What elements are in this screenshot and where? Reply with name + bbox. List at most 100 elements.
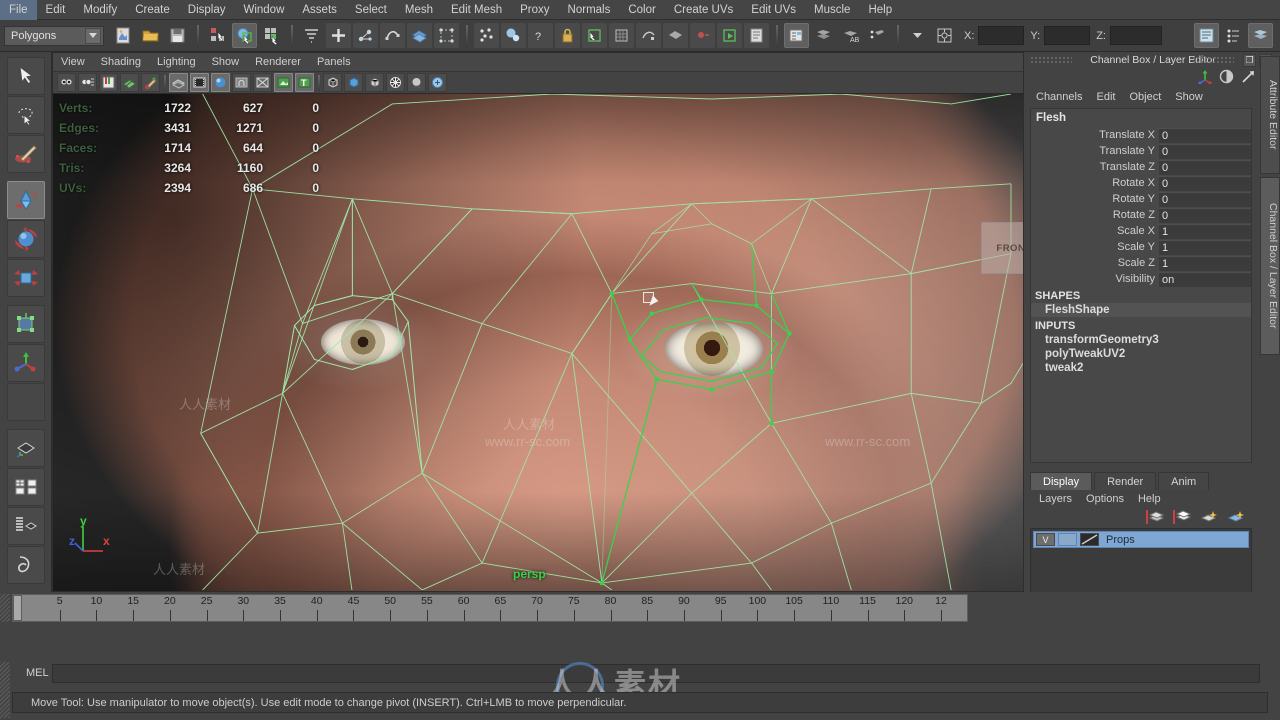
select-by-component-icon[interactable] xyxy=(259,23,284,48)
channel-attribute-row[interactable]: Translate Y 0 xyxy=(1031,143,1251,159)
layer-display-type-toggle[interactable] xyxy=(1080,533,1099,546)
channel-attribute-row[interactable]: Rotate Y 0 xyxy=(1031,191,1251,207)
layer-menu-help[interactable]: Help xyxy=(1131,490,1168,508)
show-attribute-editor-icon[interactable] xyxy=(1194,23,1219,48)
attribute-value[interactable]: 1 xyxy=(1159,255,1251,271)
channel-attribute-row[interactable]: Translate X 0 xyxy=(1031,127,1251,143)
lights-toggle-icon[interactable] xyxy=(690,23,715,48)
xray-icon[interactable] xyxy=(253,73,272,92)
new-layer-icon[interactable] xyxy=(1145,509,1165,528)
grid-toggle-icon[interactable] xyxy=(169,73,188,92)
tab-attribute-editor[interactable]: Attribute Editor xyxy=(1260,56,1280,174)
render-current-frame-icon[interactable] xyxy=(501,23,526,48)
image-plane-icon[interactable] xyxy=(120,73,139,92)
layer-tab-render[interactable]: Render xyxy=(1094,472,1157,490)
attribute-value[interactable]: 0 xyxy=(1159,159,1251,175)
new-layer-from-selected-icon[interactable] xyxy=(1172,509,1192,528)
attribute-value[interactable]: 0 xyxy=(1159,127,1251,143)
snap-point-icon[interactable] xyxy=(380,23,405,48)
channel-attribute-row[interactable]: Rotate X 0 xyxy=(1031,175,1251,191)
wireframe-icon[interactable] xyxy=(323,73,342,92)
lights-icon[interactable] xyxy=(386,73,405,92)
lock-icon[interactable] xyxy=(555,23,580,48)
input-item[interactable]: tweak2 xyxy=(1031,361,1251,375)
node-editor-icon[interactable]: AB xyxy=(838,23,863,48)
menu-item-edit-uvs[interactable]: Edit UVs xyxy=(742,0,805,20)
shadows-icon[interactable] xyxy=(407,73,426,92)
menu-item-proxy[interactable]: Proxy xyxy=(511,0,558,20)
menu-item-window[interactable]: Window xyxy=(234,0,293,20)
menu-item-mesh[interactable]: Mesh xyxy=(396,0,442,20)
bookmark-icon[interactable] xyxy=(99,73,118,92)
channel-box-menu-edit[interactable]: Edit xyxy=(1089,88,1122,107)
menu-item-display[interactable]: Display xyxy=(179,0,235,20)
soft-modification-tool[interactable] xyxy=(7,344,45,382)
layer-visibility-toggle[interactable]: V xyxy=(1036,533,1055,546)
new-scene-icon[interactable] xyxy=(111,23,136,48)
chevron-down-icon[interactable] xyxy=(905,23,930,48)
relationship-editor-icon[interactable] xyxy=(865,23,890,48)
shape-item[interactable]: FleshShape xyxy=(1031,303,1251,317)
menu-item-edit[interactable]: Edit xyxy=(37,0,75,20)
channel-attribute-row[interactable]: Scale X 1 xyxy=(1031,223,1251,239)
current-time-indicator[interactable] xyxy=(13,595,22,621)
channel-box-content[interactable]: Flesh Translate X 0 Translate Y 0 Translate … xyxy=(1030,108,1252,463)
save-scene-icon[interactable] xyxy=(165,23,190,48)
attribute-value[interactable]: 0 xyxy=(1159,207,1251,223)
select-by-hierarchy-icon[interactable] xyxy=(205,23,230,48)
arrow-up-right-icon[interactable] xyxy=(1240,69,1256,87)
menu-item-help[interactable]: Help xyxy=(859,0,901,20)
select-tool[interactable] xyxy=(7,57,45,95)
drag-grip[interactable] xyxy=(0,662,10,718)
snap-projected-icon[interactable] xyxy=(434,23,459,48)
drag-handle-dots[interactable] xyxy=(1030,56,1072,65)
attribute-value[interactable]: 0 xyxy=(1159,143,1251,159)
snap-curve-icon[interactable] xyxy=(353,23,378,48)
select-camera-icon[interactable] xyxy=(57,73,76,92)
attribute-value[interactable]: 1 xyxy=(1159,223,1251,239)
perspective-viewport[interactable]: Verts: 1722 627 0 Edges: 3431 1271 0 Faces: 1714 6… xyxy=(53,94,1023,591)
wireframe-on-shaded-icon[interactable] xyxy=(365,73,384,92)
attribute-value[interactable]: 0 xyxy=(1159,175,1251,191)
channel-box-menu-channels[interactable]: Channels xyxy=(1029,88,1089,107)
viewport-menu-show[interactable]: Show xyxy=(204,53,248,72)
layer-menu-options[interactable]: Options xyxy=(1079,490,1131,508)
lasso-select-tool[interactable] xyxy=(7,96,45,134)
menu-item-muscle[interactable]: Muscle xyxy=(805,0,859,20)
attribute-value[interactable]: on xyxy=(1159,271,1251,287)
show-channel-box-icon[interactable] xyxy=(1248,23,1273,48)
channel-box-menu-show[interactable]: Show xyxy=(1168,88,1210,107)
menu-item-normals[interactable]: Normals xyxy=(559,0,620,20)
gate-mask-icon[interactable] xyxy=(232,73,251,92)
drag-grip[interactable] xyxy=(0,594,10,622)
resolution-gate-icon[interactable] xyxy=(211,73,230,92)
tab-channel-box[interactable]: Channel Box / Layer Editor xyxy=(1260,177,1280,355)
layer-menu-layers[interactable]: Layers xyxy=(1032,490,1079,508)
drag-handle-dots[interactable] xyxy=(1192,56,1234,65)
channel-attribute-row[interactable]: Scale Y 1 xyxy=(1031,239,1251,255)
render-view-icon[interactable] xyxy=(717,23,742,48)
menu-item-select[interactable]: Select xyxy=(346,0,396,20)
restore-icon[interactable]: ❐ xyxy=(1243,54,1256,67)
viewport-menu-view[interactable]: View xyxy=(53,53,93,72)
paint-effects-icon[interactable] xyxy=(141,73,160,92)
coord-y-input[interactable] xyxy=(1044,26,1091,45)
manipulator-icon[interactable] xyxy=(1197,69,1213,87)
snap-grid-icon[interactable] xyxy=(326,23,351,48)
absolute-transform-icon[interactable] xyxy=(932,23,957,48)
scale-tool[interactable] xyxy=(7,259,45,297)
half-circle-icon[interactable] xyxy=(1219,69,1234,87)
command-language-label[interactable]: MEL xyxy=(26,667,49,679)
show-tool-settings-icon[interactable] xyxy=(1221,23,1246,48)
shaded-icon[interactable] xyxy=(344,73,363,92)
layer-tab-anim[interactable]: Anim xyxy=(1158,472,1210,490)
attribute-value[interactable]: 0 xyxy=(1159,191,1251,207)
render-settings-icon[interactable] xyxy=(744,23,769,48)
snap-view-plane-icon[interactable] xyxy=(407,23,432,48)
new-light-layer-selected-icon[interactable] xyxy=(1226,509,1246,528)
snap-magnet-icon[interactable] xyxy=(299,23,324,48)
input-item[interactable]: polyTweakUV2 xyxy=(1031,347,1251,361)
rotate-tool[interactable] xyxy=(7,220,45,258)
menu-item-file[interactable]: File xyxy=(0,0,37,20)
layer-playback-toggle[interactable] xyxy=(1058,533,1077,546)
